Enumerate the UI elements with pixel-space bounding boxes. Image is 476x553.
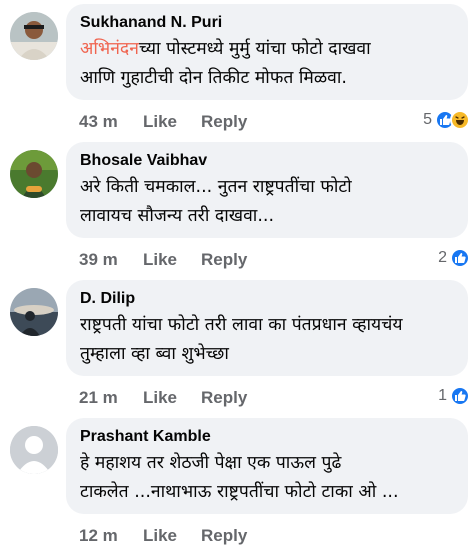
like-button[interactable]: Like xyxy=(143,250,201,270)
reply-button[interactable]: Reply xyxy=(201,388,247,408)
avatar[interactable] xyxy=(10,288,58,336)
avatar[interactable] xyxy=(10,150,58,198)
reply-button[interactable]: Reply xyxy=(201,250,247,270)
reaction-count: 5 xyxy=(423,111,432,128)
comment-time[interactable]: 39 m xyxy=(79,250,143,270)
reply-button[interactable]: Reply xyxy=(201,112,247,132)
avatar[interactable] xyxy=(10,426,58,474)
like-button[interactable]: Like xyxy=(143,388,201,408)
comment-text: राष्ट्रपती यांचा फोटो तरी लावा का पंतप्र… xyxy=(80,315,403,364)
avatar[interactable] xyxy=(10,12,58,60)
reaction-summary[interactable]: 1 xyxy=(438,386,470,406)
comment-time[interactable]: 21 m xyxy=(79,388,143,408)
comment: Bhosale Vaibhav अरे किती चमकाल... नुतन र… xyxy=(0,142,476,279)
comment: D. Dilip राष्ट्रपती यांचा फोटो तरी लावा … xyxy=(0,280,476,417)
comment-actions: 12 m Like Reply xyxy=(79,526,247,546)
comment: Sukhanand N. Puri अभिनंदनच्या पोस्टमध्ये… xyxy=(0,4,476,141)
haha-icon xyxy=(450,110,470,130)
like-icon xyxy=(450,386,470,406)
comment-actions: 21 m Like Reply xyxy=(79,388,247,408)
comment-text: अभिनंदनच्या पोस्टमध्ये मुर्मु यांचा फोटो… xyxy=(80,35,454,93)
comment-author[interactable]: Prashant Kamble xyxy=(80,427,454,447)
like-button[interactable]: Like xyxy=(143,526,201,546)
comment-text: हे महाशय तर शेठजी पेक्षा एक पाऊल पुढे टा… xyxy=(80,453,399,502)
comment-author[interactable]: D. Dilip xyxy=(80,289,454,309)
comment-text: अरे किती चमकाल... नुतन राष्ट्रपतींचा फोट… xyxy=(80,177,352,226)
comment-author[interactable]: Bhosale Vaibhav xyxy=(80,151,454,171)
comment-bubble: Prashant Kamble हे महाशय तर शेठजी पेक्षा… xyxy=(66,418,468,514)
comment-actions: 43 m Like Reply xyxy=(79,112,247,132)
comment-time[interactable]: 43 m xyxy=(79,112,143,132)
comment-author[interactable]: Sukhanand N. Puri xyxy=(80,13,454,33)
reaction-summary[interactable]: 5 xyxy=(423,110,470,130)
reaction-count: 1 xyxy=(438,387,447,404)
comment-actions: 39 m Like Reply xyxy=(79,250,247,270)
comment-bubble: Bhosale Vaibhav अरे किती चमकाल... नुतन र… xyxy=(66,142,468,238)
like-button[interactable]: Like xyxy=(143,112,201,132)
comment-time[interactable]: 12 m xyxy=(79,526,143,546)
mention-link[interactable]: अभिनंदन xyxy=(80,39,139,59)
comment-bubble: D. Dilip राष्ट्रपती यांचा फोटो तरी लावा … xyxy=(66,280,468,376)
reaction-count: 2 xyxy=(438,249,447,266)
comment-bubble: Sukhanand N. Puri अभिनंदनच्या पोस्टमध्ये… xyxy=(66,4,468,100)
reaction-summary[interactable]: 2 xyxy=(438,248,470,268)
reply-button[interactable]: Reply xyxy=(201,526,247,546)
like-icon xyxy=(450,248,470,268)
comment: Prashant Kamble हे महाशय तर शेठजी पेक्षा… xyxy=(0,418,476,553)
